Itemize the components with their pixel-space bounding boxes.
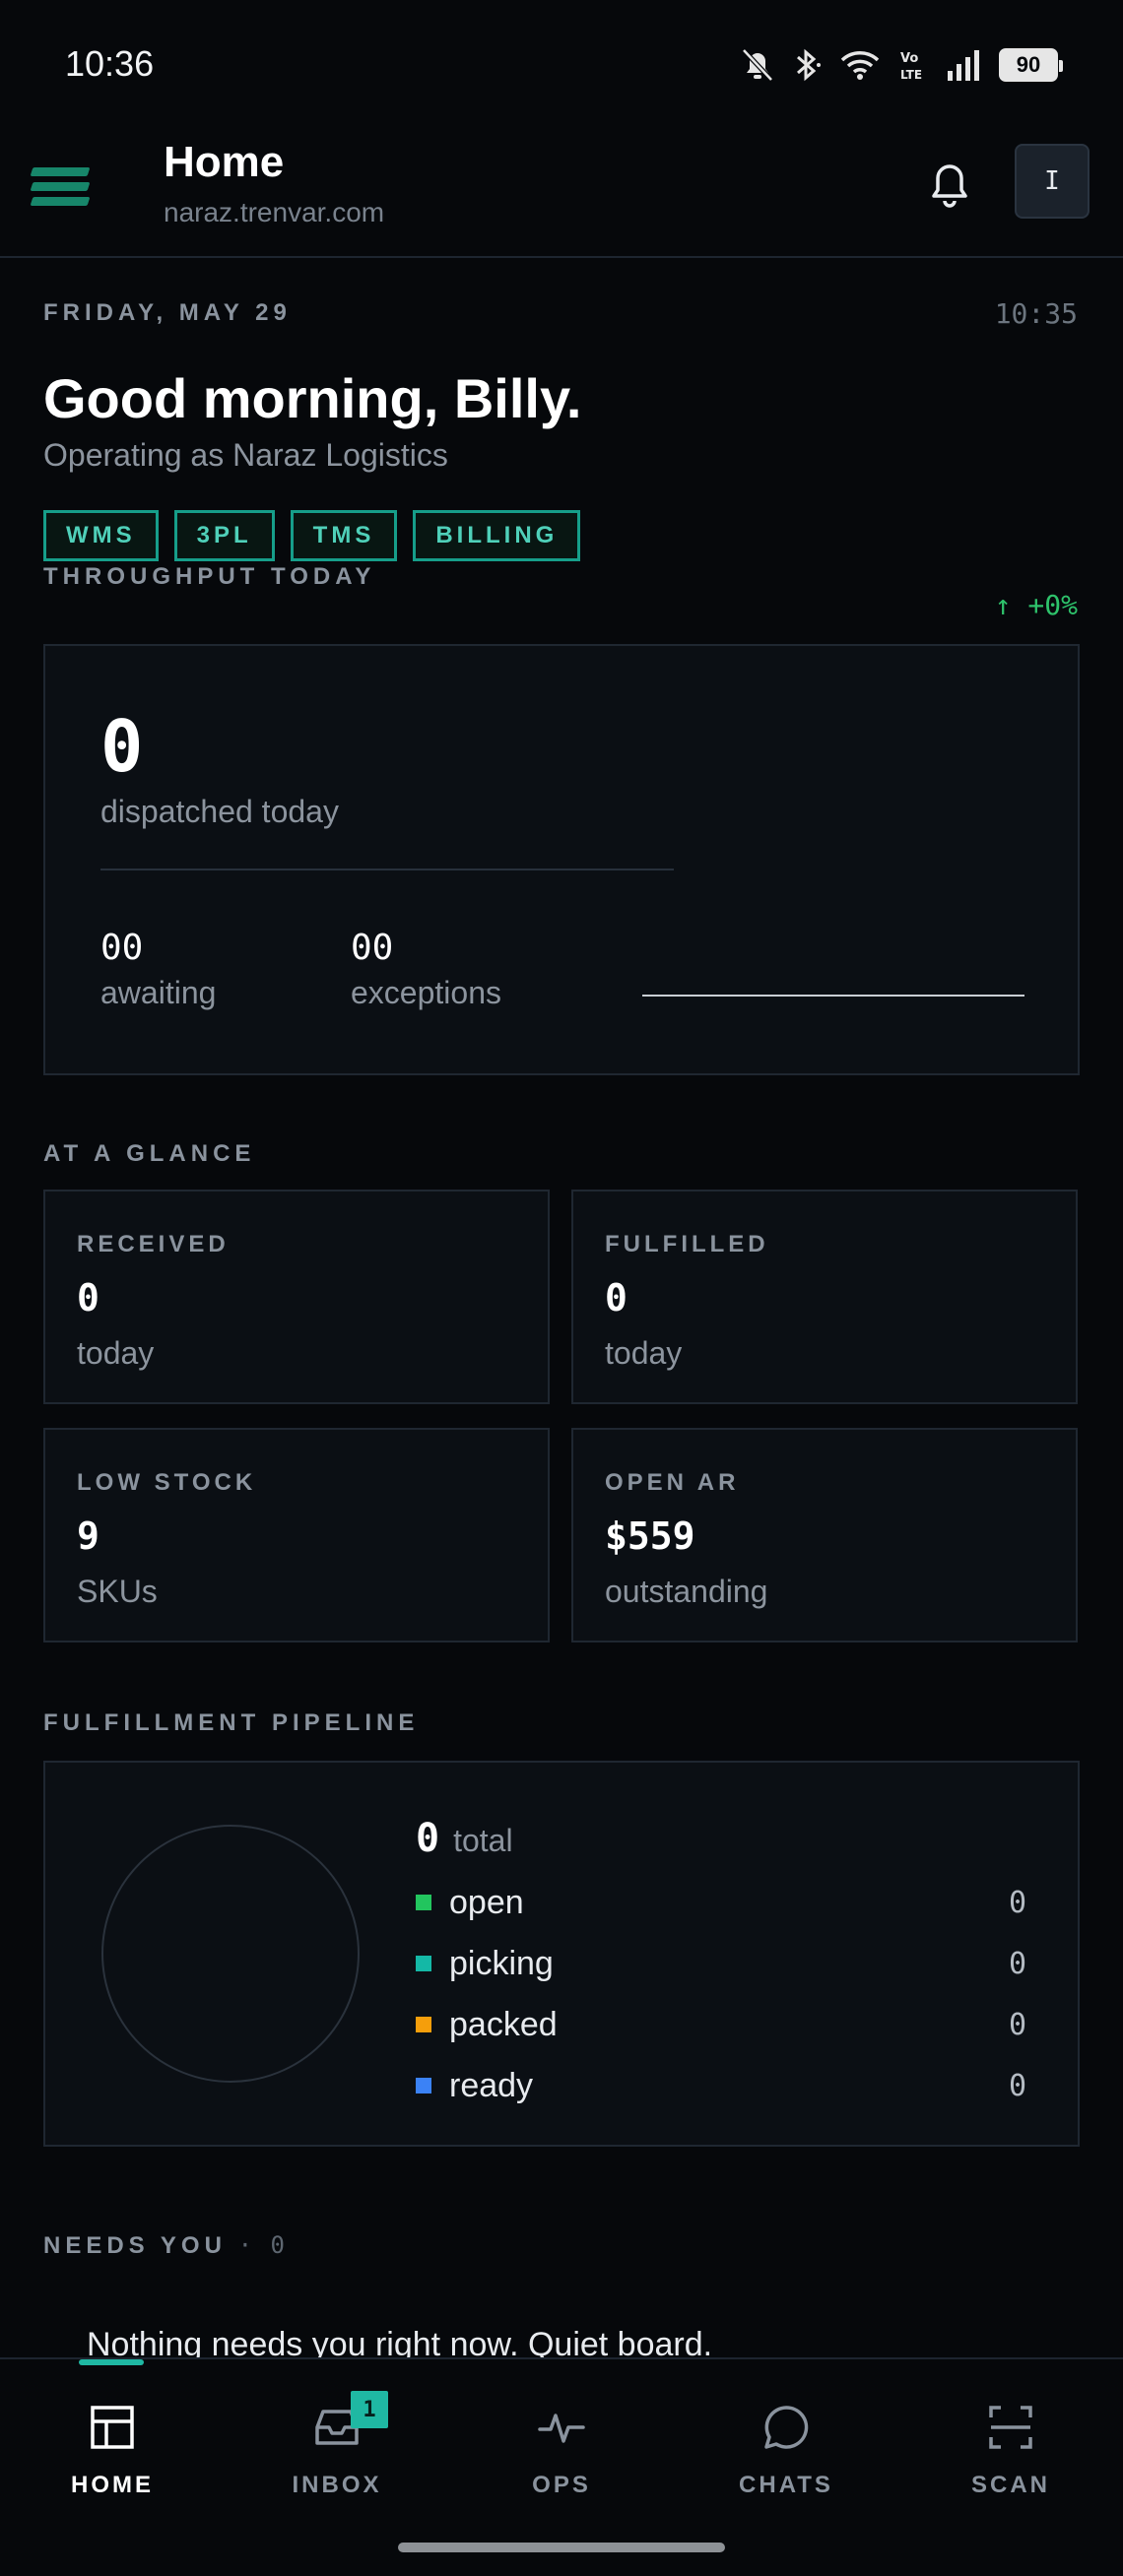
- stage-value: 0: [1008, 1885, 1026, 1920]
- stage-label: packed: [449, 2005, 558, 2043]
- battery-indicator: 90: [999, 48, 1063, 82]
- app-header: Home naraz.trenvar.com I: [0, 128, 1123, 258]
- last-updated-time: 10:35: [994, 297, 1078, 330]
- bluetooth-icon: [797, 48, 821, 82]
- volte-icon: Vo LTE: [900, 51, 922, 82]
- app-logo[interactable]: [30, 167, 91, 213]
- svg-text:Vo: Vo: [900, 51, 918, 66]
- glance-card-open-ar[interactable]: OPEN AR $559 outstanding: [571, 1428, 1078, 1642]
- glance-card-subtitle: today: [77, 1335, 155, 1371]
- glance-card-title: LOW STOCK: [77, 1469, 257, 1496]
- nav-tab-chats[interactable]: CHATS: [674, 2397, 898, 2505]
- nav-tab-home[interactable]: HOME: [0, 2397, 225, 2505]
- stage-label: ready: [449, 2066, 534, 2104]
- fulfillment-pipeline-card[interactable]: 0 total open 0 picking 0 packed 0 ready …: [43, 1761, 1080, 2147]
- bell-muted-icon: [742, 48, 773, 82]
- chat-bubble-icon: [764, 2406, 809, 2449]
- needs-you-count: · 0: [237, 2231, 287, 2259]
- stage-label: open: [449, 1883, 524, 1921]
- module-tag-wms: WMS: [43, 510, 159, 561]
- glance-card-value: 0: [77, 1276, 99, 1320]
- nav-label: INBOX: [292, 2472, 382, 2498]
- status-icons: Vo LTE 90: [741, 43, 1063, 87]
- needs-you-title: NEEDS YOU: [43, 2232, 227, 2259]
- legend-swatch: [416, 1956, 431, 1971]
- glance-card-title: FULFILLED: [605, 1231, 769, 1257]
- glance-card-subtitle: SKUs: [77, 1574, 158, 1609]
- stage-value: 0: [1008, 1946, 1026, 1981]
- inbox-badge: 1: [351, 2391, 388, 2428]
- dispatched-count: 0: [100, 705, 144, 788]
- active-tab-indicator: [79, 2359, 144, 2365]
- needs-you-label: NEEDS YOU · 0: [43, 2231, 287, 2260]
- status-bar: 10:36 Vo LTE 90: [0, 0, 1123, 128]
- nav-label: SCAN: [970, 2472, 1050, 2498]
- glance-card-value: $559: [605, 1514, 695, 1558]
- workspace-domain: naraz.trenvar.com: [164, 197, 385, 227]
- exceptions-label: exceptions: [351, 975, 501, 1010]
- gesture-handle[interactable]: [398, 2543, 725, 2552]
- glance-card-fulfilled[interactable]: FULFILLED 0 today: [571, 1190, 1078, 1404]
- fulfillment-pipeline-label: FULFILLMENT PIPELINE: [43, 1709, 420, 1736]
- status-time: 10:36: [65, 43, 155, 84]
- glance-card-value: 0: [605, 1276, 628, 1320]
- throughput-sparkline: [642, 995, 1024, 997]
- pipeline-stage-ready[interactable]: ready 0: [416, 2062, 1026, 2109]
- pipeline-stage-open[interactable]: open 0: [416, 1879, 1026, 1926]
- stage-value: 0: [1008, 2007, 1026, 2042]
- legend-swatch: [416, 2017, 431, 2032]
- stage-value: 0: [1008, 2068, 1026, 2103]
- nav-label: OPS: [532, 2472, 591, 2498]
- glance-card-subtitle: outstanding: [605, 1574, 768, 1609]
- legend-swatch: [416, 2078, 431, 2093]
- awaiting-count: 00: [100, 928, 144, 968]
- module-tag-tms: TMS: [290, 510, 398, 561]
- glance-card-low-stock[interactable]: LOW STOCK 9 SKUs: [43, 1428, 550, 1642]
- exceptions-count: 00: [351, 928, 394, 968]
- wifi-icon: [840, 51, 880, 80]
- pipeline-total-value: 0: [416, 1816, 440, 1861]
- scan-frame-icon: [989, 2406, 1032, 2449]
- operating-as: Operating as Naraz Logistics: [43, 437, 448, 473]
- pulse-icon: [538, 2414, 585, 2443]
- svg-text:LTE: LTE: [900, 68, 922, 82]
- dispatched-label: dispatched today: [100, 794, 339, 829]
- module-tag-billing: BILLING: [413, 510, 581, 561]
- pipeline-stage-picking[interactable]: picking 0: [416, 1940, 1026, 1987]
- divider: [100, 869, 674, 870]
- at-a-glance-label: AT A GLANCE: [43, 1140, 256, 1167]
- pipeline-total: 0 total: [416, 1816, 513, 1861]
- throughput-trend: ↑ +0%: [994, 589, 1078, 621]
- glance-card-value: 9: [77, 1514, 99, 1558]
- pipeline-donut-chart: [101, 1825, 360, 2083]
- notifications-button[interactable]: [920, 154, 979, 213]
- glance-card-received[interactable]: RECEIVED 0 today: [43, 1190, 550, 1404]
- page-title: Home: [164, 138, 285, 186]
- throughput-label: THROUGHPUT TODAY: [43, 563, 376, 590]
- bell-icon: [932, 164, 967, 208]
- user-avatar[interactable]: I: [1015, 144, 1090, 219]
- nav-tab-scan[interactable]: SCAN: [898, 2397, 1123, 2505]
- greeting: Good morning, Billy.: [43, 367, 582, 429]
- current-date: FRIDAY, MAY 29: [43, 299, 292, 326]
- pipeline-stage-packed[interactable]: packed 0: [416, 2001, 1026, 2048]
- module-tags: WMS 3PL TMS BILLING: [43, 510, 581, 561]
- nav-label: HOME: [71, 2472, 154, 2498]
- nav-tab-ops[interactable]: OPS: [449, 2397, 674, 2505]
- glance-card-title: OPEN AR: [605, 1469, 740, 1496]
- glance-card-subtitle: today: [605, 1335, 683, 1371]
- stage-label: picking: [449, 1944, 554, 1982]
- nav-label: CHATS: [739, 2472, 833, 2498]
- nav-tab-inbox[interactable]: 1 INBOX: [225, 2391, 449, 2505]
- home-content[interactable]: FRIDAY, MAY 29 10:35 Good morning, Billy…: [0, 260, 1123, 2357]
- home-grid-icon: [91, 2406, 134, 2449]
- needs-you-empty-state: Nothing needs you right now. Quiet board…: [87, 2326, 713, 2357]
- glance-card-title: RECEIVED: [77, 1231, 230, 1257]
- module-tag-3pl: 3PL: [173, 510, 275, 561]
- pipeline-total-label: total: [453, 1823, 513, 1858]
- signal-icon: [948, 50, 979, 81]
- throughput-card[interactable]: 0 dispatched today 00 awaiting 00 except…: [43, 644, 1080, 1075]
- legend-swatch: [416, 1895, 431, 1910]
- awaiting-label: awaiting: [100, 975, 217, 1010]
